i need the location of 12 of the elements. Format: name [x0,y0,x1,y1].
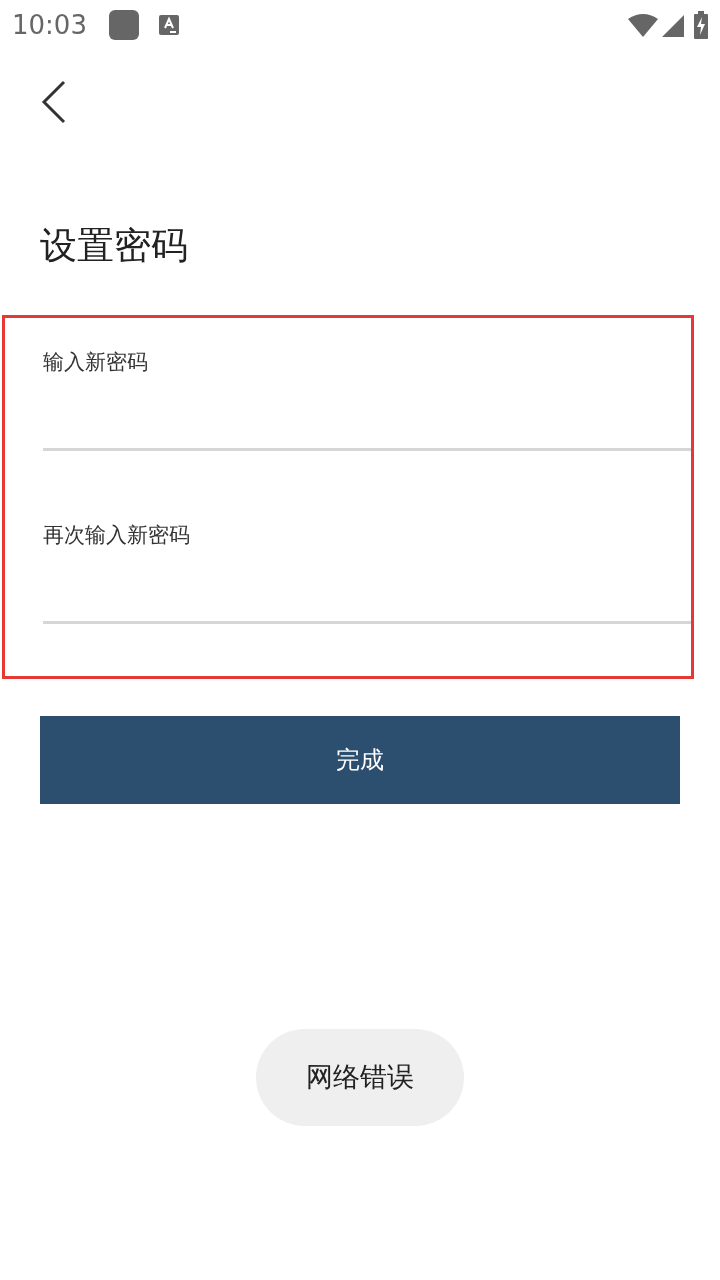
status-time: 10:03 [12,8,87,42]
field-label: 再次输入新密码 [43,522,191,549]
back-icon[interactable] [40,80,66,124]
signal-icon [662,13,684,37]
toast-message: 网络错误 [256,1029,464,1126]
submit-button[interactable]: 完成 [40,716,680,804]
app-notification-icon [108,10,139,40]
wifi-icon [628,13,658,37]
keyboard-notification-icon [158,15,179,35]
field-label: 输入新密码 [43,349,149,376]
page-title: 设置密码 [40,224,189,268]
battery-charging-icon [694,11,708,39]
